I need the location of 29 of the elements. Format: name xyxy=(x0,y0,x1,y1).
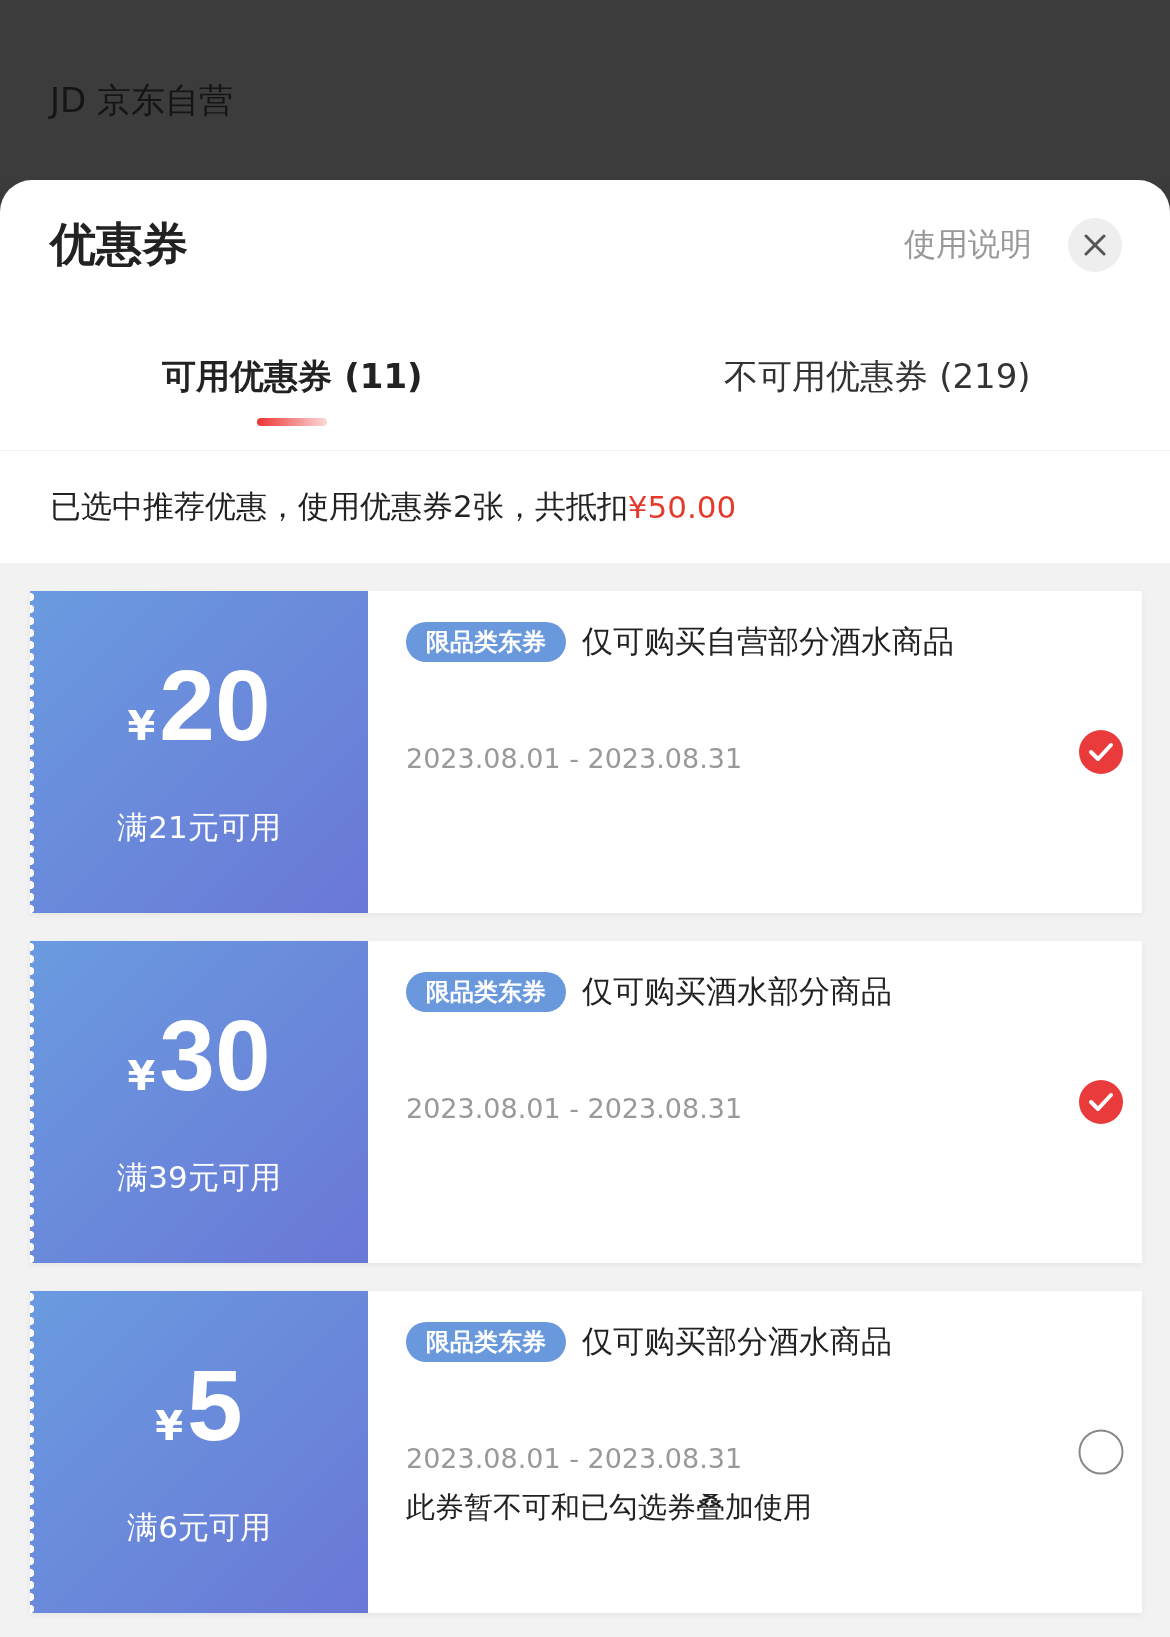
currency-symbol: ¥ xyxy=(127,703,156,749)
coupon-validity: 2023.08.01 - 2023.08.31 xyxy=(406,1443,743,1474)
currency-symbol: ¥ xyxy=(155,1403,184,1449)
coupon-tag: 限品类东券 xyxy=(406,972,566,1012)
coupon-condition: 满39元可用 xyxy=(117,1158,281,1197)
summary-text: 已选中推荐优惠，使用优惠券2张，共抵扣 xyxy=(50,487,628,526)
coupon-note: 此券暂不可和已勾选券叠加使用 xyxy=(406,1489,812,1526)
checked-circle-icon[interactable] xyxy=(1078,729,1124,775)
coupon-amount: 20 xyxy=(159,655,271,755)
unchecked-circle-icon[interactable] xyxy=(1078,1429,1124,1475)
tab[interactable]: 可用优惠券 (11) xyxy=(162,354,423,404)
coupon-tag: 限品类东券 xyxy=(406,1322,566,1362)
coupon-amount: 5 xyxy=(187,1355,243,1455)
coupon-title: 仅可购买酒水部分商品 xyxy=(582,972,892,1011)
coupon-validity: 2023.08.01 - 2023.08.31 xyxy=(406,743,743,774)
coupon-amount: 30 xyxy=(159,1005,271,1105)
sheet-title: 优惠券 xyxy=(50,216,189,273)
discount-amount: ¥50.00 xyxy=(627,489,737,525)
close-icon xyxy=(1083,233,1107,257)
coupon-condition: 满6元可用 xyxy=(127,1508,271,1547)
tab[interactable]: 不可用优惠券 (219) xyxy=(724,354,1031,404)
coupon-condition: 满21元可用 xyxy=(117,808,281,847)
coupon-validity: 2023.08.01 - 2023.08.31 xyxy=(406,1093,743,1124)
coupon-title: 仅可购买部分酒水商品 xyxy=(582,1322,892,1361)
currency-symbol: ¥ xyxy=(127,1053,156,1099)
tab-indicator xyxy=(257,418,328,426)
coupon-title: 仅可购买自营部分酒水商品 xyxy=(582,622,954,661)
checked-circle-icon[interactable] xyxy=(1078,1079,1124,1125)
coupon-tag: 限品类东券 xyxy=(406,622,566,662)
